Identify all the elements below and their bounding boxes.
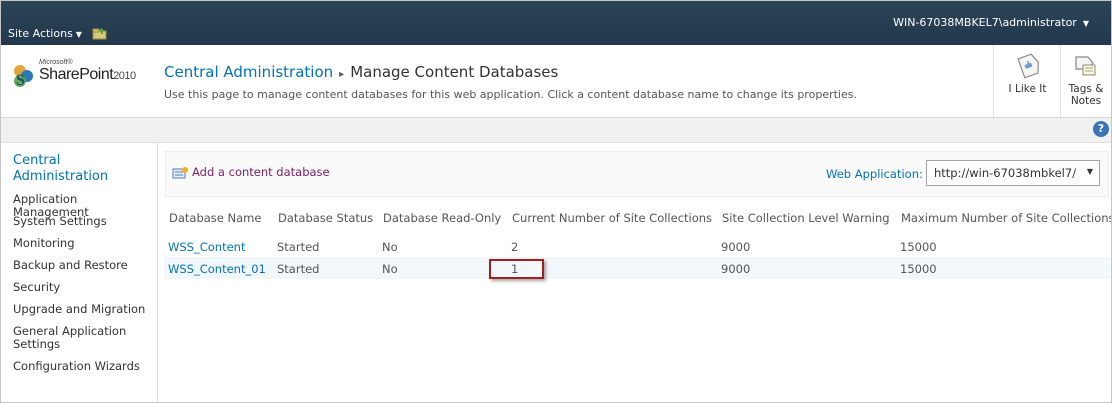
tags-notes-button[interactable]: Tags & Notes [1060, 45, 1111, 117]
table-row: WSS_Content_01 Started No 1 9000 15000 [164, 257, 1110, 279]
web-application-value: http://win-67038mbkel7/ [934, 166, 1077, 180]
page-title: Manage Content Databases [350, 63, 559, 81]
database-status: Started [277, 240, 320, 254]
quick-launch: Central Administration Application Manag… [1, 143, 158, 402]
column-header-database-read-only[interactable]: Database Read-Only [383, 211, 501, 225]
breadcrumb-separator-icon: ▸ [339, 69, 345, 80]
add-database-icon [172, 166, 188, 178]
add-content-database-label: Add a content database [192, 165, 330, 179]
tags-notes-label-line2: Notes [1070, 95, 1102, 107]
tag-note-icon [1075, 56, 1096, 76]
nav-item-monitoring[interactable]: Monitoring [13, 237, 155, 250]
logo-product-text: SharePoint2010 [39, 66, 136, 84]
database-name-link[interactable]: WSS_Content_01 [168, 262, 266, 276]
database-name-link[interactable]: WSS_Content [168, 240, 245, 254]
nav-item-general-application-settings[interactable]: General Application Settings [13, 325, 155, 351]
user-menu[interactable]: WIN-67038MBKEL7\administrator ▼ [893, 16, 1089, 29]
chevron-down-icon: ▼ [1082, 19, 1089, 28]
help-icon[interactable]: ? [1093, 121, 1109, 137]
chevron-down-icon: ▼ [75, 30, 82, 39]
chevron-down-icon: ▼ [1086, 167, 1093, 176]
ribbon-bar: Site Actions ▼ WIN-67038MBKEL7\administra… [1, 1, 1111, 45]
site-collection-warning: 9000 [721, 262, 751, 276]
add-content-database-link[interactable]: Add a content database [172, 165, 330, 179]
page-frame: Site Actions ▼ WIN-67038MBKEL7\administra… [0, 0, 1112, 403]
table-row: WSS_Content Started No 2 9000 15000 [164, 235, 1110, 257]
status-strip: ? [1, 118, 1111, 143]
site-actions-menu[interactable]: Site Actions ▼ [8, 27, 82, 40]
content-toolbar: Add a content database Web Application: … [165, 151, 1109, 197]
logo-microsoft-text: Microsoft® [39, 59, 73, 66]
database-status: Started [277, 262, 320, 276]
page-description: Use this page to manage content database… [164, 88, 857, 101]
nav-item-label-line2: Settings [13, 337, 61, 351]
site-collection-warning: 9000 [721, 240, 751, 254]
web-application-label: Web Application: [826, 167, 923, 181]
thumbs-up-tag-icon [1016, 53, 1039, 79]
column-header-database-name[interactable]: Database Name [169, 211, 261, 225]
site-actions-label: Site Actions [8, 27, 73, 40]
logo-sharepoint: SharePoint [39, 66, 114, 83]
nav-heading-line2: Administration [13, 169, 109, 184]
column-header-current-site-collections[interactable]: Current Number of Site Collections [512, 211, 712, 225]
user-name: WIN-67038MBKEL7\administrator [893, 16, 1077, 29]
column-header-database-status[interactable]: Database Status [278, 211, 373, 225]
current-site-collections: 2 [511, 240, 519, 254]
web-application-selector[interactable]: http://win-67038mbkel7/ ▼ [926, 160, 1100, 186]
database-read-only: No [382, 262, 398, 276]
max-site-collections: 15000 [900, 240, 937, 254]
database-read-only: No [382, 240, 398, 254]
nav-item-backup-and-restore[interactable]: Backup and Restore [13, 259, 155, 272]
tags-notes-label-line1: Tags & [1068, 83, 1104, 95]
nav-heading-central-administration[interactable]: Central Administration [13, 153, 153, 185]
nav-heading-line1: Central [13, 153, 61, 168]
sharepoint-logo-icon: S [14, 65, 33, 89]
nav-item-upgrade-and-migration[interactable]: Upgrade and Migration [13, 303, 155, 316]
logo-year: 2010 [113, 70, 136, 82]
navigate-up-icon[interactable] [92, 27, 107, 40]
i-like-it-button[interactable]: I Like It [993, 45, 1061, 117]
nav-item-security[interactable]: Security [13, 281, 155, 294]
nav-item-system-settings[interactable]: System Settings [13, 215, 155, 228]
column-header-site-collection-warning[interactable]: Site Collection Level Warning [722, 211, 890, 225]
breadcrumb-root[interactable]: Central Administration [164, 63, 333, 81]
max-site-collections: 15000 [900, 262, 937, 276]
i-like-it-label: I Like It [1008, 83, 1047, 95]
breadcrumb: Central Administration ▸ Manage Content Da… [164, 63, 558, 81]
sharepoint-logo[interactable]: S Microsoft® SharePoint2010 [11, 59, 156, 91]
column-header-max-site-collections[interactable]: Maximum Number of Site Collections [901, 211, 1111, 225]
title-area: S Microsoft® SharePoint2010 Central Admi… [1, 45, 1111, 118]
nav-item-configuration-wizards[interactable]: Configuration Wizards [13, 360, 155, 373]
highlight-box [489, 259, 544, 279]
svg-text:S: S [16, 72, 25, 89]
